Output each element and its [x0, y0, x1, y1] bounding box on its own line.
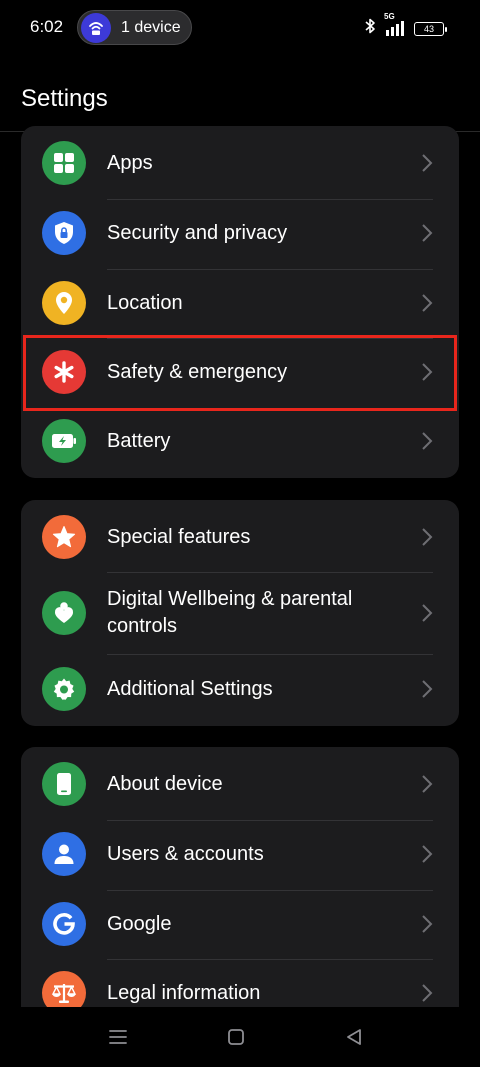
- cellular-signal-icon: 5G: [384, 12, 404, 36]
- home-square-icon[interactable]: [224, 1025, 248, 1049]
- chevron-right-icon: [422, 224, 433, 242]
- chevron-right-icon: [422, 528, 433, 546]
- location-pin-icon: [42, 281, 86, 325]
- chevron-right-icon: [422, 294, 433, 312]
- settings-item-label: Battery: [107, 430, 171, 452]
- phone-device-icon: [42, 762, 86, 806]
- settings-group-2: Special features Digital Wellbeing & par…: [21, 500, 459, 726]
- gear-icon: [42, 667, 86, 711]
- menu-icon[interactable]: [106, 1025, 130, 1049]
- settings-item-label: Security and privacy: [107, 222, 288, 244]
- navigation-bar: [0, 1007, 480, 1067]
- shield-lock-icon: [42, 211, 86, 255]
- google-g-icon: [42, 902, 86, 946]
- settings-item-safety-emergency[interactable]: Safety & emergency: [21, 338, 459, 408]
- status-bar: 6:02 1 device 5G 43: [0, 0, 480, 56]
- settings-item-label: Apps: [107, 152, 153, 174]
- chevron-right-icon: [422, 845, 433, 863]
- settings-item-users-accounts[interactable]: Users & accounts: [21, 820, 459, 890]
- settings-item-label: Users & accounts: [107, 843, 264, 865]
- emergency-asterisk-icon: [42, 350, 86, 394]
- chevron-right-icon: [422, 604, 433, 622]
- settings-group-1: Apps Security and privacy Location Safet…: [21, 126, 459, 478]
- settings-item-special-features[interactable]: Special features: [21, 500, 459, 572]
- status-time: 6:02: [30, 17, 64, 36]
- chevron-right-icon: [422, 432, 433, 450]
- wellbeing-heart-icon: [42, 591, 86, 635]
- battery-indicator: 43: [414, 21, 447, 36]
- settings-item-apps[interactable]: Apps: [21, 126, 459, 199]
- page-title: Settings: [21, 85, 108, 112]
- apps-grid-icon: [42, 141, 86, 185]
- battery-level: 43: [423, 23, 434, 34]
- settings-item-label: Legal information: [107, 982, 261, 1004]
- settings-item-battery[interactable]: Battery: [21, 408, 459, 478]
- settings-item-label: Google: [107, 913, 172, 935]
- chevron-right-icon: [422, 680, 433, 698]
- chevron-right-icon: [422, 154, 433, 172]
- settings-item-label: Location: [107, 292, 183, 314]
- back-triangle-icon[interactable]: [342, 1025, 366, 1049]
- settings-item-google[interactable]: Google: [21, 890, 459, 959]
- settings-item-about-device[interactable]: About device: [21, 747, 459, 820]
- chevron-right-icon: [422, 775, 433, 793]
- settings-item-digital-wellbeing[interactable]: Digital Wellbeing & parental controls: [21, 572, 459, 654]
- device-pill-label: 1 device: [121, 18, 181, 36]
- chevron-right-icon: [422, 363, 433, 381]
- settings-item-label: About device: [107, 773, 223, 795]
- chevron-right-icon: [422, 984, 433, 1002]
- star-icon: [42, 515, 86, 559]
- wifi-hotspot-icon: [81, 12, 111, 43]
- connected-device-pill[interactable]: 1 device: [77, 10, 192, 45]
- status-icons: 5G 43: [364, 12, 447, 39]
- settings-item-security-privacy[interactable]: Security and privacy: [21, 199, 459, 269]
- settings-item-label: Additional Settings: [107, 678, 273, 700]
- battery-icon: [42, 419, 86, 463]
- user-icon: [42, 832, 86, 876]
- chevron-right-icon: [422, 915, 433, 933]
- settings-item-label: Safety & emergency: [107, 361, 288, 383]
- network-type-label: 5G: [384, 12, 395, 21]
- settings-item-label: Digital Wellbeing & parental controls: [107, 588, 353, 637]
- settings-group-3: About device Users & accounts Google Leg…: [21, 747, 459, 1047]
- bluetooth-icon: [364, 18, 376, 39]
- settings-item-location[interactable]: Location: [21, 269, 459, 338]
- settings-item-additional-settings[interactable]: Additional Settings: [21, 654, 459, 726]
- settings-item-label: Special features: [107, 526, 251, 548]
